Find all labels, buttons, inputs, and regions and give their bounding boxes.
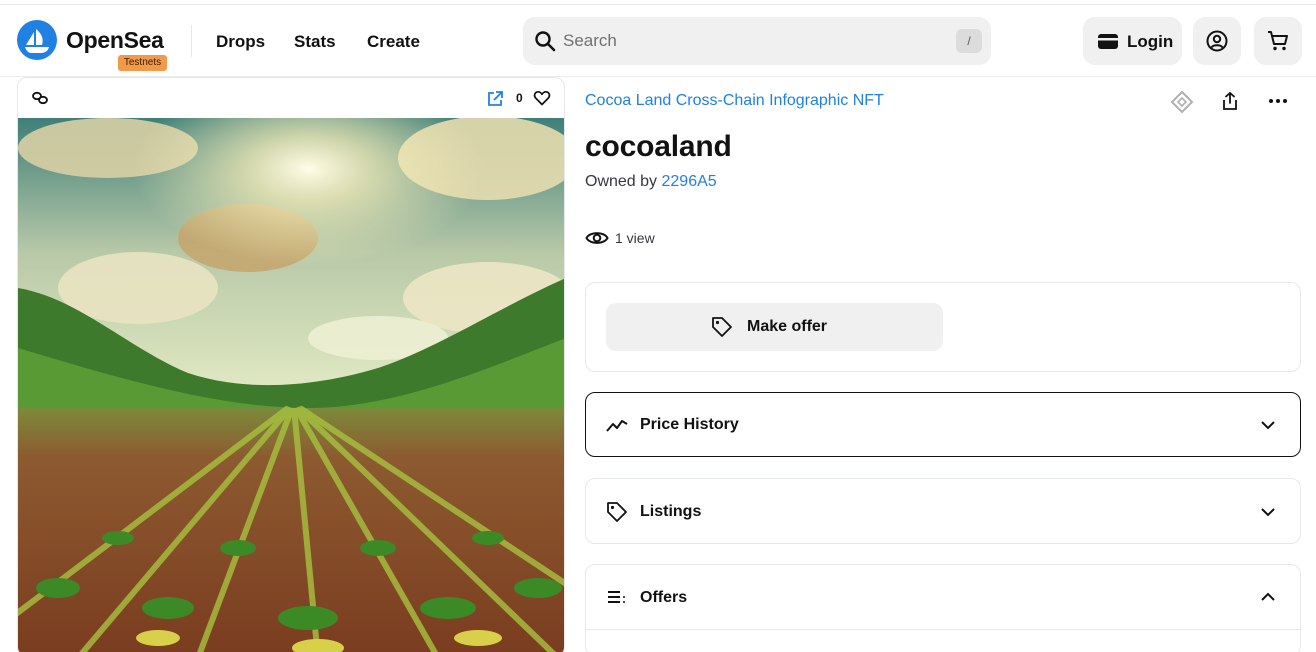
- nav-drops[interactable]: Drops: [216, 32, 265, 52]
- listings-label: Listings: [640, 503, 702, 520]
- share-icon[interactable]: [1220, 91, 1240, 111]
- owned-by-label: Owned by: [585, 173, 658, 190]
- offers-divider: [586, 629, 1300, 630]
- media-card-toolbar: 0: [18, 78, 564, 118]
- header-divider: [191, 25, 192, 57]
- search-input[interactable]: [563, 29, 943, 53]
- wallet-icon: [1098, 34, 1118, 49]
- list-icon: [608, 591, 625, 603]
- collection-link[interactable]: Cocoa Land Cross-Chain Infographic NFT: [585, 92, 884, 110]
- chain-link-icon[interactable]: [32, 91, 48, 105]
- eye-icon: [585, 232, 609, 244]
- nft-image[interactable]: [18, 118, 565, 652]
- owner-link[interactable]: 2296A5: [662, 173, 717, 190]
- chain-badge-icon[interactable]: [1170, 90, 1194, 114]
- nft-media-card: 0: [17, 77, 565, 652]
- nav-create[interactable]: Create: [367, 32, 420, 52]
- offers-section[interactable]: Offers: [585, 564, 1301, 652]
- chevron-down-icon[interactable]: [1259, 419, 1277, 431]
- nft-title: cocoaland: [585, 130, 732, 163]
- offers-label: Offers: [640, 589, 688, 606]
- profile-button[interactable]: [1193, 17, 1241, 65]
- more-options-icon[interactable]: [1268, 98, 1288, 104]
- nav-stats[interactable]: Stats: [294, 32, 336, 52]
- login-label: Login: [1127, 32, 1174, 51]
- cart-icon: [1268, 31, 1288, 51]
- view-count-label: 1 view: [615, 230, 655, 246]
- make-offer-button[interactable]: Make offer: [606, 303, 943, 351]
- listings-section[interactable]: Listings: [585, 478, 1301, 544]
- search-icon: [535, 31, 556, 52]
- chevron-down-icon[interactable]: [1259, 506, 1277, 518]
- chevron-up-icon[interactable]: [1259, 591, 1277, 603]
- search-shortcut-key: /: [956, 29, 982, 53]
- price-history-section[interactable]: Price History: [585, 392, 1301, 457]
- search-bar[interactable]: [523, 17, 991, 65]
- external-link-icon[interactable]: [486, 90, 504, 108]
- make-offer-label: Make offer: [747, 318, 828, 335]
- tag-icon: [607, 502, 627, 522]
- account-icon: [1206, 30, 1228, 52]
- brand-name[interactable]: OpenSea: [66, 27, 164, 54]
- owned-by: Owned by 2296A5: [585, 173, 717, 191]
- heart-icon[interactable]: [533, 89, 551, 107]
- opensea-logo-icon[interactable]: [17, 20, 57, 60]
- trend-line-icon: [606, 420, 628, 432]
- site-header: OpenSea Testnets Drops Stats Create / Lo…: [0, 5, 1316, 77]
- login-button[interactable]: Login: [1083, 17, 1182, 65]
- offer-panel: Make offer: [585, 282, 1301, 372]
- favorite-count: 0: [516, 91, 523, 105]
- testnets-badge: Testnets: [118, 55, 167, 71]
- price-history-label: Price History: [640, 416, 739, 433]
- cart-button[interactable]: [1254, 17, 1302, 65]
- tag-icon: [712, 317, 732, 337]
